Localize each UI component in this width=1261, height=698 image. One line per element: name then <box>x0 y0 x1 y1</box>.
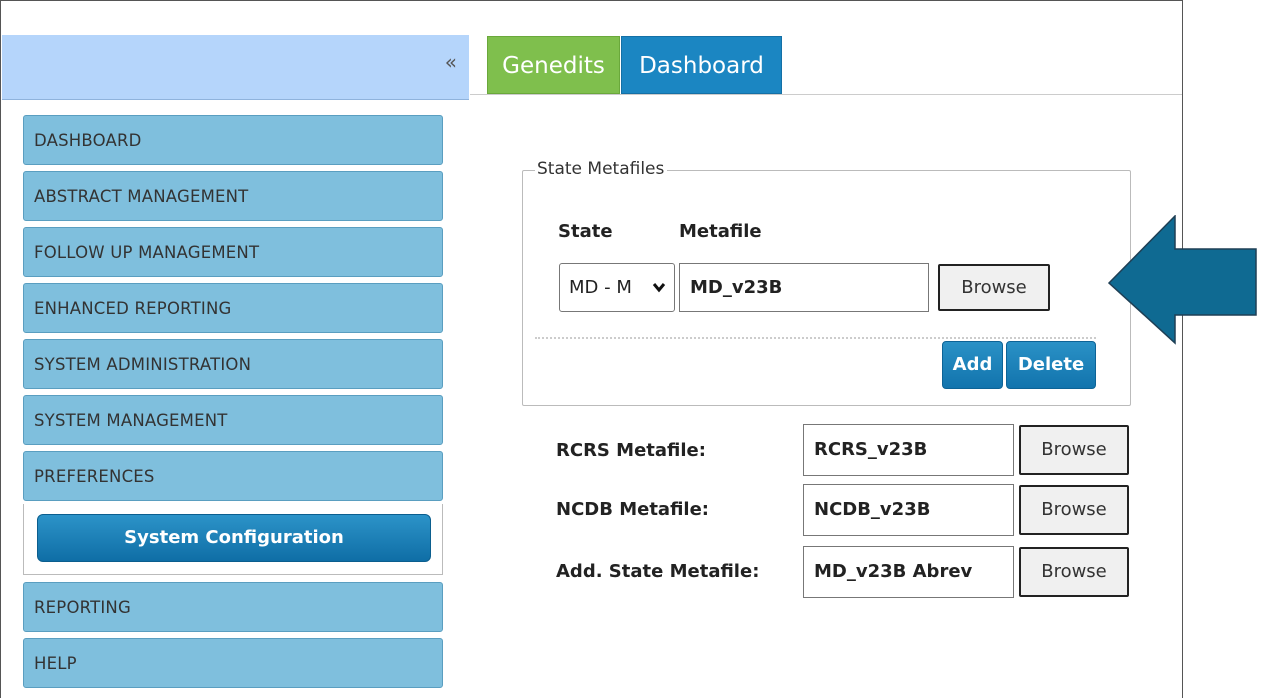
ncdb-metafile-input[interactable]: NCDB_v23B <box>803 484 1014 536</box>
state-metafile-browse-button[interactable]: Browse <box>938 264 1050 311</box>
metafile-column-label: Metafile <box>679 221 762 242</box>
preferences-submenu: System Configuration <box>23 504 443 575</box>
sidebar-item-reporting[interactable]: REPORTING <box>23 582 443 632</box>
ncdb-metafile-label: NCDB Metafile: <box>556 499 709 520</box>
sidebar-item-help[interactable]: HELP <box>23 638 443 688</box>
tab-dashboard[interactable]: Dashboard <box>621 36 782 94</box>
chevron-down-icon <box>652 264 666 311</box>
sidebar-item-abstract-management[interactable]: ABSTRACT MANAGEMENT <box>23 171 443 221</box>
tab-genedits[interactable]: Genedits <box>487 36 620 94</box>
sidebar-item-dashboard[interactable]: DASHBOARD <box>23 115 443 165</box>
state-metafile-input[interactable]: MD_v23B <box>679 263 929 312</box>
sidebar-item-enhanced-reporting[interactable]: ENHANCED REPORTING <box>23 283 443 333</box>
tabs-divider <box>470 94 1182 95</box>
sidebar-header: « <box>2 35 469 100</box>
system-configuration-button[interactable]: System Configuration <box>37 514 431 562</box>
state-column-label: State <box>558 221 613 242</box>
state-select[interactable]: MD - M <box>559 263 675 312</box>
rcrs-metafile-input[interactable]: RCRS_v23B <box>803 424 1014 476</box>
sidebar-item-follow-up-management[interactable]: FOLLOW UP MANAGEMENT <box>23 227 443 277</box>
add-state-metafile-input[interactable]: MD_v23B Abrev <box>803 546 1014 598</box>
state-metafiles-legend: State Metafiles <box>535 159 668 179</box>
sidebar-item-system-management[interactable]: SYSTEM MANAGEMENT <box>23 395 443 445</box>
collapse-sidebar-icon[interactable]: « <box>445 50 457 74</box>
add-state-metafile-label: Add. State Metafile: <box>556 561 760 582</box>
add-button[interactable]: Add <box>942 341 1003 389</box>
rcrs-metafile-label: RCRS Metafile: <box>556 440 706 461</box>
arrow-left-icon <box>1107 214 1258 349</box>
ncdb-browse-button[interactable]: Browse <box>1019 485 1129 535</box>
delete-button[interactable]: Delete <box>1006 341 1096 389</box>
sidebar-item-system-administration[interactable]: SYSTEM ADMINISTRATION <box>23 339 443 389</box>
state-select-value: MD - M <box>569 277 632 298</box>
add-state-browse-button[interactable]: Browse <box>1019 547 1129 597</box>
sidebar-item-preferences[interactable]: PREFERENCES <box>23 451 443 501</box>
rcrs-browse-button[interactable]: Browse <box>1019 425 1129 475</box>
fieldset-divider <box>535 337 1096 339</box>
